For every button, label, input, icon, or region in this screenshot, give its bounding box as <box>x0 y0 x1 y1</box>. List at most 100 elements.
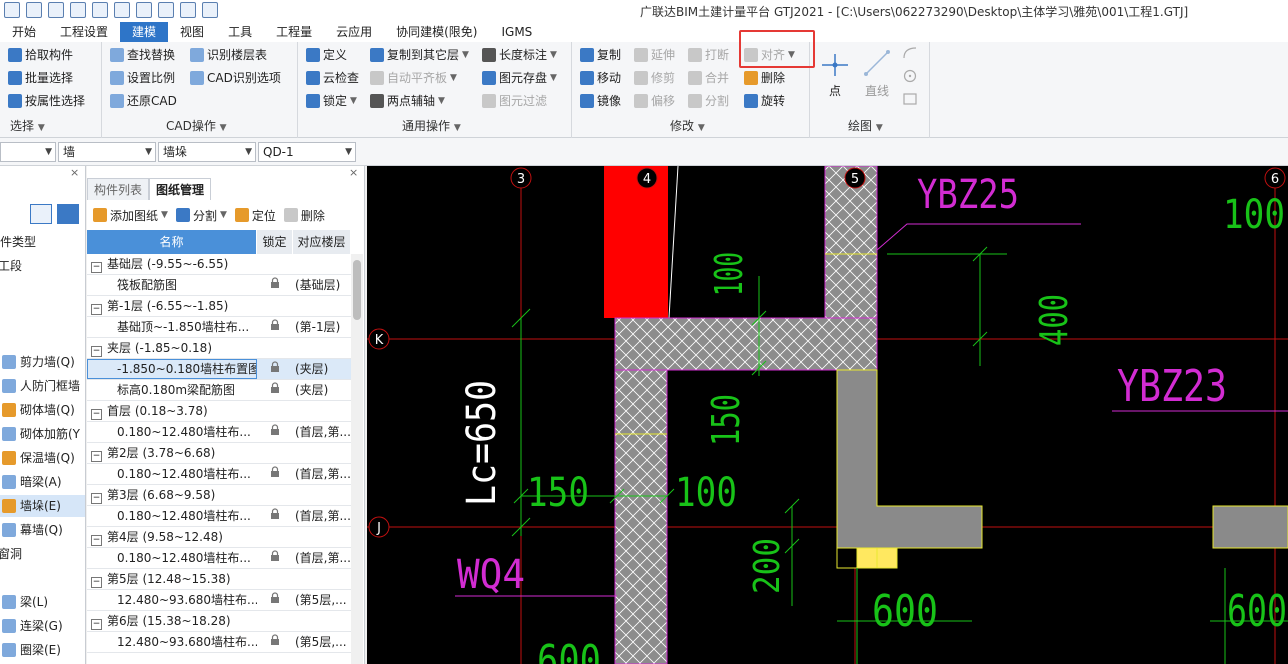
nav-shear-wall[interactable]: 剪力墙(Q) <box>2 351 75 373</box>
drawing-row[interactable]: 基础顶~-1.850墙柱布... (第-1层) <box>87 317 351 338</box>
element-filter-button[interactable]: 图元过滤 <box>482 91 547 111</box>
lock-icon[interactable] <box>257 380 293 400</box>
drawing-row[interactable]: -1.850~0.180墙柱布置图 (夹层) <box>87 359 351 380</box>
collapse-icon[interactable]: − <box>91 493 102 504</box>
drawing-row[interactable]: 0.180~12.480墙柱布... (首层,第... <box>87 422 351 443</box>
set-scale-button[interactable]: 设置比例 <box>110 68 175 88</box>
tab-modeling[interactable]: 建模 <box>120 22 169 42</box>
cad-drawing-canvas[interactable]: 3 4 5 6 K J YBZ25 YBZ23 100 100 400 150 … <box>367 166 1288 664</box>
nav-component-type[interactable]: 构件类型 <box>0 231 36 253</box>
tab-view[interactable]: 视图 <box>168 22 216 42</box>
cloud-check-button[interactable]: 云检查 <box>306 68 359 88</box>
category-dropdown[interactable]: 墙 ▼ <box>58 142 156 162</box>
auto-level-slab-button[interactable]: 自动平齐板 ▼ <box>370 68 457 88</box>
nav-beam[interactable]: 梁(L) <box>2 591 48 613</box>
nav-curtain-wall[interactable]: 幕墙(Q) <box>2 519 63 541</box>
circle-icon[interactable] <box>902 69 918 83</box>
collapse-icon[interactable]: − <box>91 409 102 420</box>
identify-floor-table-button[interactable]: 识别楼层表 <box>190 45 267 65</box>
break-button[interactable]: 打断 <box>688 45 729 65</box>
redo-icon[interactable] <box>92 2 108 18</box>
grid-view-icon[interactable] <box>57 204 79 224</box>
copy-to-floor-button[interactable]: 复制到其它层 ▼ <box>370 45 469 65</box>
component-dropdown[interactable]: QD-1 ▼ <box>258 142 356 162</box>
nav-masonry-wall[interactable]: 砌体墙(Q) <box>2 399 75 421</box>
collapse-icon[interactable]: − <box>91 535 102 546</box>
rectangle-icon[interactable] <box>902 92 918 106</box>
grid-icon[interactable] <box>180 2 196 18</box>
nav-civil-defense-wall[interactable]: 人防门框墙 <box>2 375 80 397</box>
open-folder-icon[interactable] <box>26 2 42 18</box>
floor-group-row[interactable]: − 第6层 (15.38~18.28) <box>87 611 351 632</box>
floor-group-row[interactable]: − 首层 (0.18~3.78) <box>87 401 351 422</box>
lock-icon[interactable] <box>257 590 293 610</box>
select-group-label[interactable]: 选择 ▼ <box>10 117 45 134</box>
cad-group-label[interactable]: CAD操作 ▼ <box>166 117 227 134</box>
cad-options-button[interactable]: CAD识别选项 <box>190 68 281 88</box>
batch-select-button[interactable]: 批量选择 <box>8 68 73 88</box>
column-floor-header[interactable]: 对应楼层 <box>293 230 351 254</box>
floor-group-row[interactable]: − 第2层 (3.78~6.68) <box>87 443 351 464</box>
find-replace-button[interactable]: 查找替换 <box>110 45 175 65</box>
floor-dropdown[interactable]: ▼ <box>0 142 56 162</box>
lock-button[interactable]: 锁定 ▼ <box>306 91 357 111</box>
check-icon[interactable] <box>136 2 152 18</box>
tab-quantity[interactable]: 工程量 <box>264 22 324 42</box>
locate-button[interactable]: 定位 <box>234 207 276 224</box>
tab-start[interactable]: 开始 <box>0 22 48 42</box>
delete-button[interactable]: 删除 <box>744 68 785 88</box>
nav-coupling-beam[interactable]: 连梁(G) <box>2 615 63 637</box>
select-by-attr-button[interactable]: 按属性选择 <box>8 91 85 111</box>
floor-group-row[interactable]: − 第5层 (12.48~15.38) <box>87 569 351 590</box>
lock-icon[interactable] <box>257 275 293 295</box>
delete-drawing-button[interactable]: 删除 <box>283 207 325 224</box>
collapse-icon[interactable]: − <box>91 577 102 588</box>
panel-scrollbar[interactable] <box>351 254 363 664</box>
drawing-row[interactable]: 0.180~12.480墙柱布... (首层,第... <box>87 548 351 569</box>
nav-section[interactable]: 工段 <box>0 255 22 277</box>
tab-collab[interactable]: 协同建模(限免) <box>384 22 489 42</box>
move-button[interactable]: 移动 <box>580 68 621 88</box>
drawing-row[interactable]: 标高0.180m梁配筋图 (夹层) <box>87 380 351 401</box>
column-lock-header[interactable]: 锁定 <box>257 230 293 254</box>
drawing-row[interactable]: 12.480~93.680墙柱布... (第5层,... <box>87 632 351 653</box>
mirror-button[interactable]: 镜像 <box>580 91 621 111</box>
scroll-thumb[interactable] <box>353 260 361 320</box>
point-icon[interactable] <box>820 52 850 78</box>
drawing-row[interactable]: 12.480~93.680墙柱布... (第5层,... <box>87 590 351 611</box>
lock-icon[interactable] <box>257 548 293 568</box>
tab-drawing-management[interactable]: 图纸管理 <box>149 178 212 200</box>
restore-cad-button[interactable]: 还原CAD <box>110 91 177 111</box>
modify-group-label[interactable]: 修改 ▼ <box>670 117 705 134</box>
lock-icon[interactable] <box>257 632 293 652</box>
length-dimension-button[interactable]: 长度标注 ▼ <box>482 45 557 65</box>
line-icon[interactable] <box>862 48 892 78</box>
lock-icon[interactable] <box>257 359 293 379</box>
merge-button[interactable]: 合并 <box>688 68 729 88</box>
tab-tools[interactable]: 工具 <box>216 22 264 42</box>
save-element-button[interactable]: 图元存盘 ▼ <box>482 68 557 88</box>
nav-ring-beam[interactable]: 圈梁(E) <box>2 639 61 661</box>
drawing-row[interactable]: 0.180~12.480墙柱布... (首层,第... <box>87 506 351 527</box>
line-button[interactable]: 直线 <box>865 82 889 99</box>
sum-icon[interactable] <box>114 2 130 18</box>
tab-igms[interactable]: IGMS <box>489 22 544 42</box>
copy-button[interactable]: 复制 <box>580 45 621 65</box>
arc-icon[interactable] <box>902 46 918 60</box>
point-button[interactable]: 点 <box>829 82 841 99</box>
lock-icon[interactable] <box>257 317 293 337</box>
nav-wall-pier[interactable]: 墙垛(E) <box>0 495 85 517</box>
export-icon[interactable] <box>202 2 218 18</box>
floor-group-row[interactable]: − 夹层 (-1.85~0.18) <box>87 338 351 359</box>
close-icon[interactable]: × <box>349 166 358 179</box>
trim-button[interactable]: 修剪 <box>634 68 675 88</box>
floor-group-row[interactable]: − 基础层 (-9.55~-6.55) <box>87 254 351 275</box>
tab-cloud[interactable]: 云应用 <box>324 22 384 42</box>
nav-hidden-beam[interactable]: 暗梁(A) <box>2 471 62 493</box>
add-drawing-button[interactable]: 添加图纸 ▼ <box>93 207 168 224</box>
collapse-icon[interactable]: − <box>91 262 102 273</box>
collapse-icon[interactable]: − <box>91 451 102 462</box>
floor-group-row[interactable]: − 第3层 (6.68~9.58) <box>87 485 351 506</box>
collapse-icon[interactable]: − <box>91 346 102 357</box>
close-icon[interactable]: × <box>70 166 79 179</box>
